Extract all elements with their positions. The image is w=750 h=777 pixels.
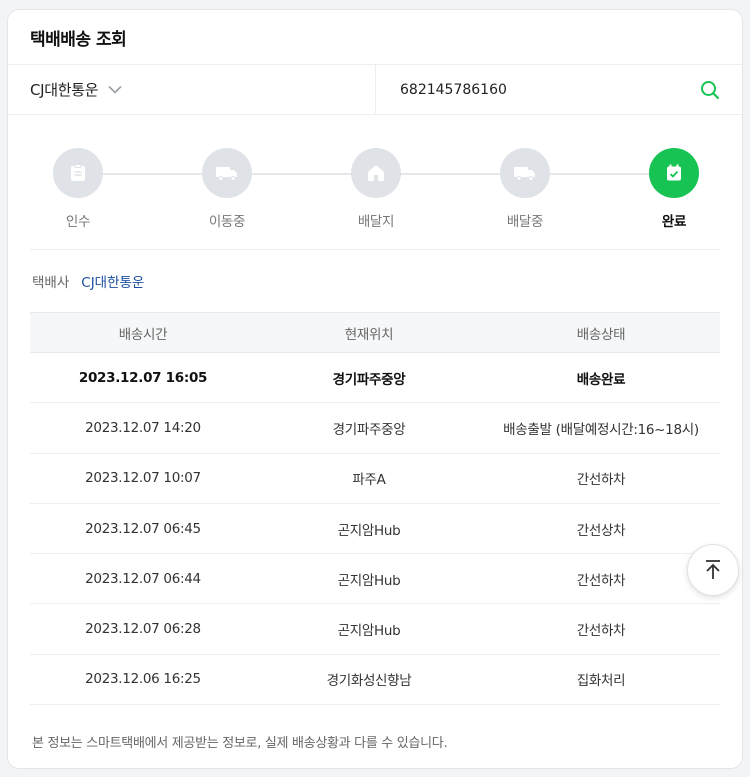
- title-bar: 택배배송 조회: [8, 10, 742, 65]
- step-out-for-delivery: 배달중: [485, 148, 565, 230]
- column-header-status: 배송상태: [576, 326, 626, 343]
- row-location: 경기화성신향남: [326, 673, 412, 690]
- row-location: 경기파주중앙: [332, 371, 406, 388]
- step-in-transit: 이동중: [187, 148, 267, 230]
- delivery-truck-icon: [500, 148, 550, 198]
- step-label: 배달지: [357, 214, 395, 230]
- step-completed: 완료: [634, 148, 714, 230]
- table-row: 2023.12.07 16:05 경기파주중앙 배송완료: [30, 353, 720, 404]
- house-icon: [351, 148, 401, 198]
- row-location: 경기파주중앙: [332, 421, 406, 438]
- courier-info: 택배사 CJ대한통운: [8, 250, 742, 312]
- step-label: 배달중: [506, 214, 544, 230]
- scroll-to-top-button[interactable]: [687, 544, 739, 596]
- row-status: 간선하차: [576, 623, 626, 640]
- row-time: 2023.12.07 10:07: [85, 470, 201, 487]
- row-time: 2023.12.06 16:25: [85, 671, 201, 688]
- tracking-history-table: 배송시간 현재위치 배송상태 2023.12.07 16:05 경기파주중앙 배…: [30, 312, 720, 706]
- courier-label: 택배사: [32, 275, 70, 291]
- step-destination: 배달지: [336, 148, 416, 230]
- table-row: 2023.12.07 06:44 곤지암Hub 간선하차: [30, 554, 720, 605]
- truck-icon: [202, 148, 252, 198]
- table-row: 2023.12.07 14:20 경기파주중앙 배송출발 (배달예정시간:16~…: [30, 403, 720, 454]
- table-row: 2023.12.07 06:28 곤지암Hub 간선하차: [30, 604, 720, 655]
- row-status: 집화처리: [576, 673, 626, 690]
- row-location: 파주A: [352, 472, 386, 489]
- column-header-location: 현재위치: [344, 326, 394, 343]
- row-time: 2023.12.07 06:28: [85, 621, 201, 638]
- step-received: 인수: [38, 148, 118, 230]
- carrier-select-value: CJ대한통운: [30, 81, 99, 99]
- courier-name: CJ대한통운: [81, 275, 145, 291]
- receipt-icon: [53, 148, 103, 198]
- table-row: 2023.12.06 16:25 경기화성신향남 집화처리: [30, 655, 720, 706]
- page-title: 택배배송 조회: [30, 29, 127, 50]
- row-time: 2023.12.07 06:45: [85, 520, 201, 537]
- tracking-number-input[interactable]: [400, 81, 700, 98]
- row-status: 배송출발 (배달예정시간:16~18시): [503, 421, 699, 438]
- column-header-time: 배송시간: [118, 326, 168, 343]
- carrier-select[interactable]: CJ대한통운: [8, 65, 376, 114]
- step-label: 완료: [661, 214, 687, 230]
- table-row: 2023.12.07 06:45 곤지암Hub 간선상차: [30, 504, 720, 555]
- delivery-progress: 인수 이동중 배달지 배달중 완료: [30, 115, 720, 250]
- chevron-down-icon: [108, 85, 122, 94]
- row-status: 간선하차: [576, 472, 626, 489]
- row-status: 배송완료: [576, 371, 626, 388]
- arrow-up-to-top-icon: [703, 559, 723, 581]
- table-header: 배송시간 현재위치 배송상태: [30, 312, 720, 353]
- step-label: 인수: [65, 214, 91, 230]
- table-row: 2023.12.07 10:07 파주A 간선하차: [30, 454, 720, 504]
- row-time: 2023.12.07 16:05: [78, 369, 208, 386]
- row-location: 곤지암Hub: [337, 522, 401, 539]
- row-status: 간선하차: [576, 572, 626, 589]
- calendar-check-icon: [649, 148, 699, 198]
- search-icon[interactable]: [700, 80, 720, 100]
- search-row: CJ대한통운: [8, 65, 742, 115]
- disclaimer-notice: 본 정보는 스마트택배에서 제공받는 정보로, 실제 배송상황과 다를 수 있습…: [32, 736, 448, 751]
- step-label: 이동중: [208, 214, 246, 230]
- row-time: 2023.12.07 14:20: [85, 419, 201, 436]
- row-location: 곤지암Hub: [337, 572, 401, 589]
- row-time: 2023.12.07 06:44: [85, 570, 201, 587]
- tracking-field: [376, 65, 742, 114]
- row-status: 간선상차: [576, 522, 626, 539]
- delivery-tracking-card: 택배배송 조회 CJ대한통운 인수 이동중: [7, 9, 743, 769]
- row-location: 곤지암Hub: [337, 623, 401, 640]
